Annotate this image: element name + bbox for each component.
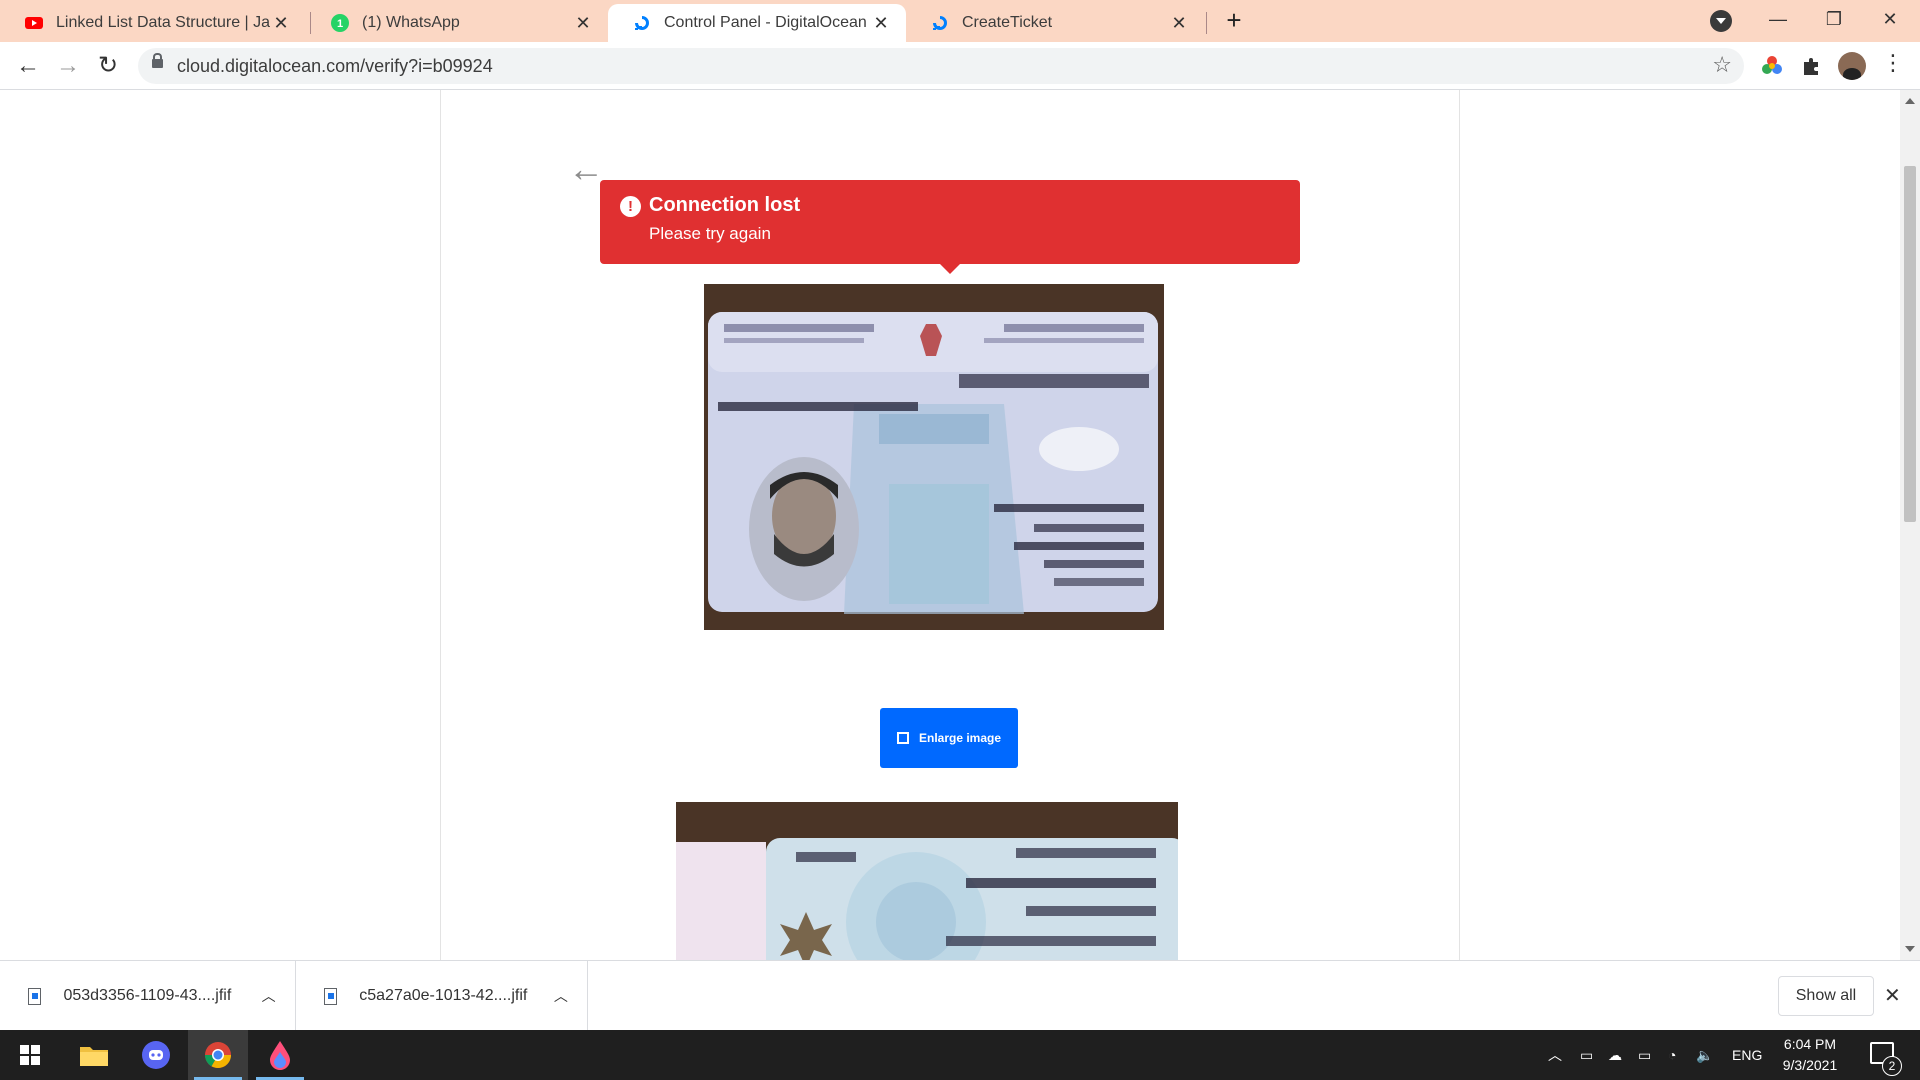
digitalocean-icon — [635, 16, 649, 30]
scroll-down-arrow-icon[interactable] — [1905, 946, 1915, 952]
download-item[interactable]: c5a27a0e-1013-42....jfif ︿ — [296, 961, 588, 1031]
close-window-button[interactable]: ✕ — [1868, 4, 1912, 34]
battery-icon[interactable]: ▭ — [1638, 1030, 1651, 1080]
paint-drop-icon[interactable] — [250, 1030, 310, 1080]
alert-circle-icon: ! — [620, 196, 641, 217]
close-tab-icon[interactable]: ✕ — [1168, 13, 1190, 34]
wifi-icon[interactable]: ◔ — [1668, 1030, 1676, 1080]
windows-taskbar: ︿ ▭ ☁ ▭ ◔ 🔈 ENG 6:04 PM 9/3/2021 2 — [0, 1030, 1920, 1080]
extensions-puzzle-icon[interactable] — [1800, 54, 1824, 78]
download-filename: 053d3356-1109-43....jfif — [63, 987, 232, 1004]
tab-youtube[interactable]: Linked List Data Structure | JavaS ✕ — [0, 4, 306, 42]
show-all-button[interactable]: Show all — [1778, 976, 1874, 1016]
close-tab-icon[interactable]: ✕ — [572, 13, 594, 34]
tab-whatsapp[interactable]: 1 (1) WhatsApp ✕ — [306, 4, 608, 42]
id-card-front-image — [704, 284, 1164, 630]
page-scrollbar[interactable] — [1900, 90, 1920, 960]
tab-divider — [1206, 12, 1207, 34]
lock-icon[interactable] — [152, 53, 163, 68]
svg-text:1: 1 — [337, 18, 343, 30]
file-explorer-icon[interactable] — [64, 1030, 124, 1080]
new-tab-button[interactable]: + — [1220, 6, 1248, 34]
whatsapp-icon: 1 — [331, 14, 349, 32]
id-card-back-photo — [676, 802, 1178, 960]
close-downloads-icon[interactable]: ✕ — [1884, 983, 1901, 1008]
notification-count-badge: 2 — [1882, 1056, 1902, 1076]
profile-avatar[interactable] — [1838, 52, 1866, 80]
reload-button[interactable]: ↻ — [92, 50, 124, 82]
restore-button[interactable]: ❐ — [1812, 4, 1856, 34]
expand-icon — [896, 732, 909, 744]
clock-date: 9/3/2021 — [1782, 1057, 1838, 1073]
close-tab-icon[interactable]: ✕ — [270, 13, 292, 34]
toast-message: Please try again — [649, 224, 771, 243]
show-hidden-icons[interactable]: ︿ — [1548, 1030, 1562, 1080]
forward-button[interactable]: → — [52, 50, 84, 82]
downloads-bar: 053d3356-1109-43....jfif ︿ c5a27a0e-1013… — [0, 960, 1920, 1031]
tab-control-panel[interactable]: Control Panel - DigitalOcean ✕ — [608, 4, 906, 42]
discord-icon[interactable] — [126, 1030, 186, 1080]
system-clock[interactable]: 6:04 PM 9/3/2021 — [1770, 1034, 1850, 1076]
download-filename: c5a27a0e-1013-42....jfif — [359, 987, 528, 1004]
chevron-up-icon[interactable]: ︿ — [254, 986, 283, 1006]
back-button[interactable]: ← — [12, 50, 44, 82]
id-card-front-photo — [704, 284, 1164, 630]
volume-icon[interactable]: 🔈 — [1696, 1030, 1713, 1080]
enlarge-image-button[interactable]: Enlarge image — [880, 708, 1018, 768]
clock-time: 6:04 PM — [1783, 1036, 1837, 1052]
download-item[interactable]: 053d3356-1109-43....jfif ︿ — [0, 961, 296, 1031]
close-tab-icon[interactable]: ✕ — [870, 13, 892, 34]
tab-strip: Linked List Data Structure | JavaS ✕ 1 (… — [0, 0, 1920, 42]
url-text[interactable]: cloud.digitalocean.com/verify?i=b09924 — [177, 56, 493, 77]
file-icon — [28, 987, 42, 1005]
back-arrow-icon[interactable]: ← — [568, 148, 604, 190]
scroll-up-arrow-icon[interactable] — [1905, 98, 1915, 104]
chevron-up-icon[interactable]: ︿ — [547, 986, 575, 1006]
tab-search-icon[interactable] — [1710, 10, 1732, 32]
language-indicator[interactable]: ENG — [1732, 1030, 1762, 1080]
id-card-back-image — [676, 802, 1178, 960]
onedrive-cloud-icon[interactable]: ☁ — [1608, 1030, 1622, 1080]
meet-now-icon[interactable]: ▭ — [1580, 1030, 1593, 1080]
page-content: ← ! Connection lost Please try again Enl… — [0, 90, 1920, 960]
scroll-thumb[interactable] — [1904, 166, 1916, 522]
tab-createticket[interactable]: CreateTicket ✕ — [906, 4, 1204, 42]
browser-menu-icon[interactable]: ⋮ — [1882, 50, 1904, 76]
youtube-icon — [25, 17, 43, 29]
toast-title: Connection lost — [649, 194, 801, 216]
enlarge-image-label: Enlarge image — [918, 731, 1002, 745]
color-extension-icon[interactable] — [1760, 54, 1784, 78]
windows-start-icon[interactable] — [0, 1030, 60, 1080]
address-bar[interactable]: cloud.digitalocean.com/verify?i=b09924 ☆ — [138, 48, 1744, 84]
browser-toolbar: ← → ↻ cloud.digitalocean.com/verify?i=b0… — [0, 42, 1920, 90]
chrome-icon[interactable] — [188, 1030, 248, 1080]
error-toast: ! Connection lost Please try again — [600, 180, 1300, 274]
file-icon — [324, 987, 338, 1005]
digitalocean-icon — [933, 16, 947, 30]
minimize-button[interactable]: — — [1756, 4, 1800, 34]
bookmark-star-icon[interactable]: ☆ — [1712, 52, 1732, 78]
